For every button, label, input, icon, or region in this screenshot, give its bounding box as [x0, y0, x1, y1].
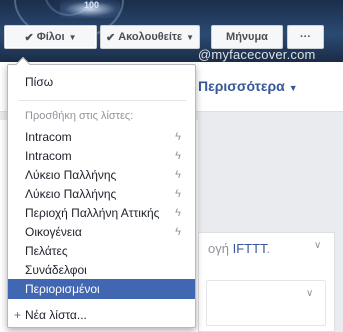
list-label: Οικογένεια: [25, 225, 82, 239]
nav-more-label: Περισσότερα: [198, 78, 285, 94]
watermark-text: @myfacecover.com: [198, 47, 316, 62]
card-text-prefix: ογή: [208, 241, 233, 256]
inner-card: [206, 280, 326, 326]
caret-down-icon: ▼: [68, 32, 77, 42]
menu-item-list[interactable]: Λύκειο Παλλήνης ϟ: [8, 165, 195, 185]
menu-item-list[interactable]: Λύκειο Παλλήνης ϟ: [8, 184, 195, 204]
menu-item-list[interactable]: Intracom ϟ: [8, 146, 195, 166]
list-label: Λύκειο Παλλήνης: [25, 187, 117, 201]
card-text: ογή IFTTT.: [208, 241, 270, 256]
message-label: Μήνυμα: [226, 31, 268, 43]
more-options-button[interactable]: ···: [287, 25, 324, 49]
list-label: Intracom: [25, 149, 72, 163]
check-icon: ✔: [105, 31, 116, 44]
check-icon: ✔: [24, 31, 34, 44]
menu-item-list[interactable]: Intracom ϟ: [8, 127, 195, 147]
chevron-down-icon[interactable]: ∨: [306, 288, 313, 299]
lightning-bolt-icon: ϟ: [175, 150, 181, 162]
add-to-lists-heading: Προσθήκη στις λίστες:: [25, 110, 134, 122]
menu-item-list[interactable]: Περιοχή Παλλήνη Αττικής ϟ: [8, 203, 195, 223]
chevron-down-icon[interactable]: ∨: [314, 240, 321, 251]
plus-icon: +: [14, 308, 22, 322]
caret-down-icon: ▼: [288, 83, 298, 93]
lightning-bolt-icon: ϟ: [175, 188, 181, 200]
menu-divider: [18, 100, 186, 101]
menu-item-list[interactable]: Πελάτες: [8, 241, 195, 261]
list-label: Πελάτες: [25, 244, 68, 258]
following-label: Ακολουθείτε: [118, 31, 183, 43]
lightning-bolt-icon: ϟ: [175, 131, 181, 143]
lightning-bolt-icon: ϟ: [175, 207, 181, 219]
friends-button[interactable]: ✔ Φίλοι ▼: [4, 25, 97, 49]
following-button[interactable]: ✔ Ακολουθείτε ▼: [100, 25, 200, 49]
new-list-label: Νέα λίστα...: [25, 308, 87, 322]
list-label: Περιορισμένοι: [25, 282, 100, 296]
caret-down-icon: ▼: [186, 32, 195, 42]
menu-item-list[interactable]: Οικογένεια ϟ: [8, 222, 195, 242]
card-text-suffix: .: [266, 241, 271, 256]
ifttt-link[interactable]: IFTTT: [233, 241, 267, 256]
nav-more-link[interactable]: Περισσότερα ▼: [198, 78, 298, 94]
lightning-bolt-icon: ϟ: [175, 169, 181, 181]
friends-dropdown-menu: Πίσω Προσθήκη στις λίστες: Intracom ϟ Intr…: [7, 56, 196, 328]
menu-item-list[interactable]: Περιορισμένοι: [8, 279, 195, 299]
list-label: Περιοχή Παλλήνη Αττικής: [25, 206, 160, 220]
more-options-label: ···: [300, 31, 311, 43]
friends-label: Φίλοι: [36, 31, 65, 43]
message-button[interactable]: Μήνυμα: [211, 25, 283, 49]
menu-item-back[interactable]: Πίσω: [8, 72, 195, 92]
list-label: Intracom: [25, 130, 72, 144]
menu-item-new-list[interactable]: + Νέα λίστα...: [8, 305, 195, 325]
cover-badge-text: 100: [84, 0, 100, 10]
list-label: Συνάδελφοι: [25, 263, 87, 277]
menu-item-list[interactable]: Συνάδελφοι: [8, 260, 195, 280]
list-label: Λύκειο Παλλήνης: [25, 168, 117, 182]
lightning-bolt-icon: ϟ: [175, 226, 181, 238]
back-label: Πίσω: [25, 75, 54, 89]
